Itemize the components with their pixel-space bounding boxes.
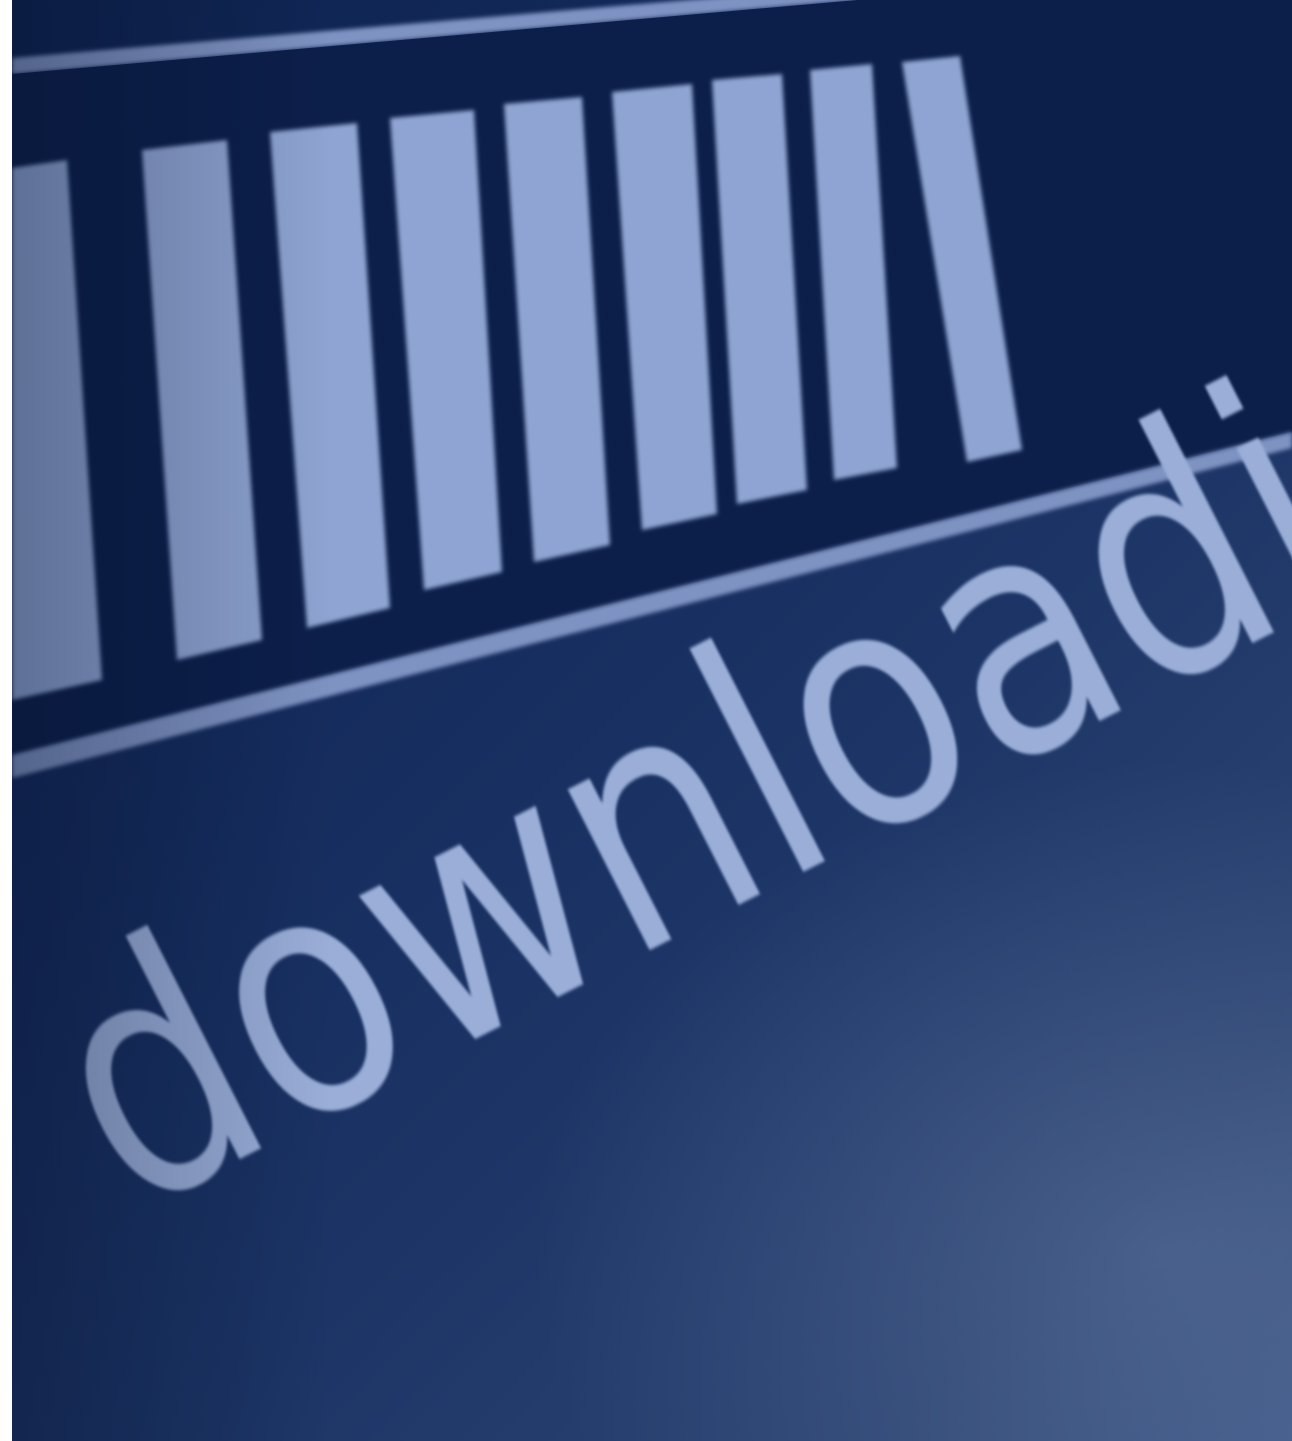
download-screen-photo: downloading...	[12, 0, 1292, 1441]
progress-scene: downloading...	[12, 0, 1292, 1285]
